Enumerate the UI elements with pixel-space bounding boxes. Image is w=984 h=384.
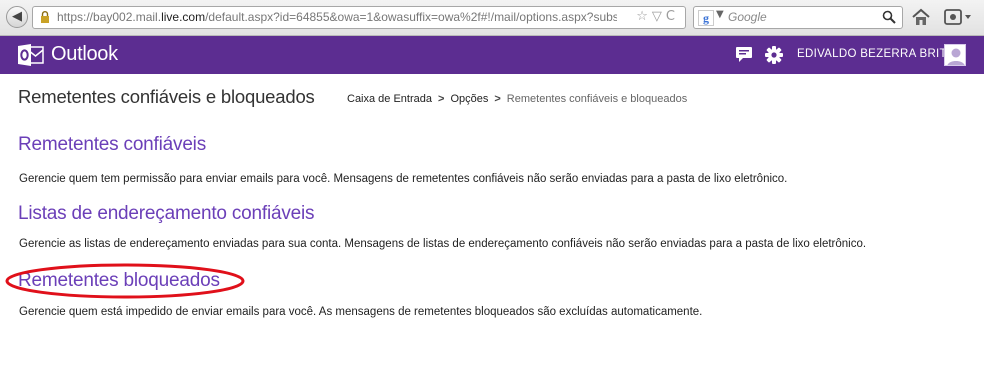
home-icon[interactable] (912, 8, 930, 26)
dropdown-icon[interactable]: ▽ (652, 9, 666, 24)
url-text: https://bay002.mail.live.com/default.asp… (57, 10, 617, 24)
user-name[interactable]: EDIVALDO BEZERRA BRITO (797, 48, 956, 60)
chat-icon[interactable] (735, 46, 753, 63)
url-actions: ☆▽C (636, 9, 679, 24)
tools-icon[interactable] (944, 8, 972, 26)
lock-icon (41, 11, 49, 23)
breadcrumb: Caixa de Entrada > Opções > Remetentes confi… (347, 93, 687, 105)
gear-icon[interactable] (764, 45, 784, 65)
search-input[interactable]: Google (728, 10, 767, 24)
safe-mailing-lists-link[interactable]: Listas de endereçamento confiáveis (18, 203, 315, 225)
breadcrumb-separator: > (494, 93, 501, 105)
back-arrow-icon[interactable]: ◀ (6, 6, 28, 28)
app-name[interactable]: Outlook (51, 43, 118, 66)
chevron-down-icon[interactable]: ▼ (716, 9, 724, 20)
avatar-icon (947, 48, 965, 65)
blocked-senders-link[interactable]: Remetentes bloqueados (18, 270, 220, 292)
search-icon[interactable] (882, 10, 896, 24)
search-box[interactable]: g ▼ Google (693, 6, 903, 29)
breadcrumb-current: Remetentes confiáveis e bloqueados (506, 93, 688, 105)
outlook-header: Outlook EDIVALDO BEZERRA BRITO (0, 36, 984, 74)
safe-senders-description: Gerencie quem tem permissão para enviar … (19, 173, 788, 185)
google-icon[interactable]: g (698, 10, 714, 26)
breadcrumb-options[interactable]: Opções (450, 93, 488, 105)
browser-toolbar: ◀ https://bay002.mail.live.com/default.a… (0, 0, 984, 36)
safe-senders-link[interactable]: Remetentes confiáveis (18, 134, 206, 156)
breadcrumb-inbox[interactable]: Caixa de Entrada (347, 93, 432, 105)
refresh-icon[interactable]: C (666, 9, 679, 24)
breadcrumb-separator: > (438, 93, 445, 105)
address-bar[interactable]: https://bay002.mail.live.com/default.asp… (32, 6, 686, 29)
avatar[interactable] (944, 44, 966, 66)
star-icon[interactable]: ☆ (636, 9, 652, 24)
outlook-logo-icon[interactable] (18, 44, 44, 66)
blocked-senders-description: Gerencie quem está impedido de enviar em… (19, 306, 703, 318)
safe-mailing-lists-description: Gerencie as listas de endereçamento envi… (19, 238, 867, 250)
page-title: Remetentes confiáveis e bloqueados (18, 86, 315, 107)
